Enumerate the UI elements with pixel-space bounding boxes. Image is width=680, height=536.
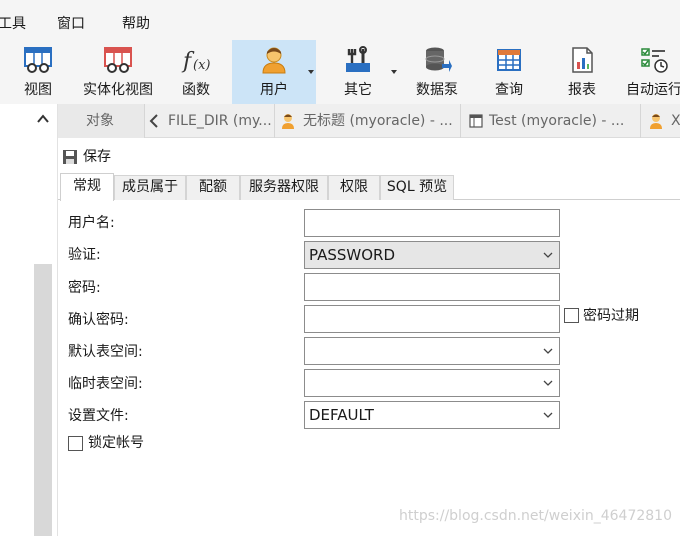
auth-select[interactable]: PASSWORD	[304, 241, 560, 269]
property-tabs: 常规 成员属于 配额 服务器权限 权限 SQL 预览	[58, 173, 680, 201]
temp-tablespace-label: 临时表空间:	[68, 376, 143, 392]
tab-quota[interactable]: 配额	[186, 175, 240, 200]
confirm-password-label: 确认密码:	[68, 312, 129, 328]
tab-server-privileges[interactable]: 服务器权限	[240, 175, 328, 200]
user-icon	[282, 114, 294, 129]
chevron-down-icon	[543, 252, 553, 258]
svg-text:(x): (x)	[193, 58, 210, 73]
lock-account-label: 锁定帐号	[88, 435, 144, 451]
database-icon	[425, 47, 452, 72]
username-label: 用户名:	[68, 215, 115, 231]
user-label: 用户	[260, 82, 288, 98]
lock-account-checkbox[interactable]	[68, 436, 83, 451]
tab-untitled[interactable]: 无标题 (myoracle) - ...	[274, 104, 460, 138]
other-button[interactable]: 其它	[330, 40, 386, 104]
tab-x-label: X	[671, 113, 680, 129]
tab-sql-preview[interactable]: SQL 预览	[380, 175, 454, 200]
toolbar: 视图 实体化视图 f (x) 函数 用户 其它 数据泵 查询 报表 自动运行	[0, 40, 680, 104]
function-button[interactable]: f (x) 函数	[170, 40, 222, 104]
password-expire-label: 密码过期	[583, 308, 639, 324]
tab-file-dir-label: FILE_DIR (my...	[168, 113, 272, 129]
report-label: 报表	[568, 82, 596, 98]
report-icon	[572, 47, 593, 73]
menu-window[interactable]: 窗口	[57, 15, 85, 33]
table-icon	[469, 114, 483, 128]
menu-help[interactable]: 帮助	[122, 15, 150, 33]
tab-x[interactable]: X	[640, 104, 680, 138]
query-button[interactable]: 查询	[486, 40, 532, 104]
auto-run-button[interactable]: 自动运行	[622, 40, 680, 104]
query-icon	[497, 49, 521, 71]
profile-select[interactable]: DEFAULT	[304, 401, 560, 429]
save-icon	[63, 150, 77, 164]
menu-tools[interactable]: 工具	[0, 15, 26, 33]
user-button[interactable]: 用户	[232, 40, 316, 104]
user-form: 用户名: 验证: PASSWORD 密码: 确认密码: 密码过期 默认表空间: …	[58, 200, 680, 536]
scrollbar[interactable]	[34, 264, 52, 536]
chevron-up-icon[interactable]	[36, 112, 50, 126]
view-label: 视图	[24, 82, 52, 98]
tab-untitled-label: 无标题 (myoracle) - ...	[303, 113, 453, 129]
password-input[interactable]	[304, 273, 560, 301]
username-input[interactable]	[304, 209, 560, 237]
auto-run-label: 自动运行	[626, 82, 680, 98]
user-dropdown-icon[interactable]	[308, 70, 314, 74]
materialized-view-button[interactable]: 实体化视图	[76, 40, 160, 104]
tab-general[interactable]: 常规	[60, 173, 114, 201]
other-dropdown-icon[interactable]	[391, 70, 397, 74]
chevron-down-icon	[543, 348, 553, 354]
chevron-down-icon	[543, 380, 553, 386]
chevron-left-icon[interactable]	[149, 114, 159, 128]
report-button[interactable]: 报表	[560, 40, 604, 104]
query-label: 查询	[495, 82, 523, 98]
data-pump-button[interactable]: 数据泵	[408, 40, 466, 104]
other-label: 其它	[344, 82, 372, 98]
view-button[interactable]: 视图	[14, 40, 62, 104]
auto-run-icon	[641, 48, 668, 73]
function-label: 函数	[182, 82, 210, 98]
auth-value: PASSWORD	[309, 246, 396, 264]
user-icon	[650, 114, 662, 129]
confirm-password-input[interactable]	[304, 305, 560, 333]
view-icon	[24, 47, 52, 73]
password-expire-checkbox[interactable]	[564, 308, 579, 323]
materialized-view-icon	[104, 47, 132, 73]
tab-privileges[interactable]: 权限	[328, 175, 380, 200]
menu-bar: 工具 窗口 帮助	[0, 0, 680, 40]
tab-test[interactable]: Test (myoracle) - ...	[460, 104, 640, 138]
tab-test-label: Test (myoracle) - ...	[489, 113, 625, 129]
chevron-down-icon	[543, 412, 553, 418]
default-tablespace-label: 默认表空间:	[68, 344, 143, 360]
tab-objects-label: 对象	[86, 113, 114, 129]
default-tablespace-select[interactable]	[304, 337, 560, 365]
profile-label: 设置文件:	[68, 408, 129, 424]
tab-member-of[interactable]: 成员属于	[114, 175, 186, 200]
auth-label: 验证:	[68, 247, 101, 263]
profile-value: DEFAULT	[309, 406, 374, 424]
function-icon: f (x)	[181, 49, 210, 74]
tab-file-dir[interactable]: FILE_DIR (my...	[144, 104, 274, 138]
materialized-view-label: 实体化视图	[83, 82, 153, 98]
left-panel	[0, 104, 58, 536]
save-label: 保存	[83, 149, 111, 165]
data-pump-label: 数据泵	[416, 82, 458, 98]
password-label: 密码:	[68, 280, 101, 296]
tab-objects[interactable]: 对象	[58, 104, 144, 138]
save-bar: 保存	[58, 139, 680, 173]
temp-tablespace-select[interactable]	[304, 369, 560, 397]
document-tabs: 对象 FILE_DIR (my... 无标题 (myoracle) - ... …	[58, 104, 680, 138]
tools-icon	[346, 46, 370, 72]
user-icon	[262, 47, 286, 74]
watermark: https://blog.csdn.net/weixin_46472810	[398, 508, 672, 524]
